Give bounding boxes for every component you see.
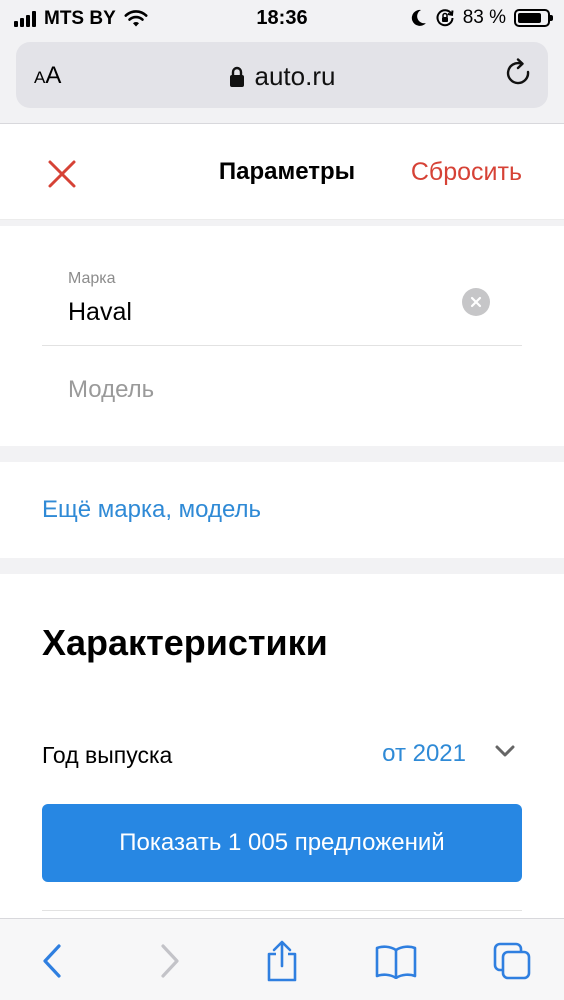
battery-percentage: 83 % [462,7,506,28]
battery-icon [514,9,553,27]
year-label: Год выпуска [42,742,173,768]
battery-level [518,13,542,23]
brand-label: Марка [68,270,116,287]
browser-address-area: AA auto.ru [0,38,564,124]
back-button[interactable] [30,939,74,983]
share-button[interactable] [260,939,304,983]
address-bar[interactable]: AA auto.ru [16,42,548,108]
tabs-icon [493,942,531,980]
brand-model-card: Марка Haval Модель [0,226,564,446]
status-right: 83 % [411,7,553,29]
year-value: от 2021 [382,740,466,767]
add-brand-model-link[interactable]: Ещё марка, модель [42,496,261,524]
do-not-disturb-icon [411,9,426,26]
brand-field[interactable]: Марка Haval [42,262,522,346]
url-display[interactable]: auto.ru [16,61,548,92]
browser-toolbar [0,918,564,1000]
share-icon [267,940,297,982]
characteristics-card: Характеристики Год выпуска от 2021 Показ… [0,574,564,918]
show-offers-button[interactable]: Показать 1 005 предложений [42,804,522,882]
reset-button[interactable]: Сбросить [411,158,522,187]
divider [42,910,522,911]
bookmarks-button[interactable] [374,939,418,983]
bookmarks-icon [375,945,417,979]
tabs-button[interactable] [490,939,534,983]
forward-button[interactable] [148,939,192,983]
rotation-lock-icon [436,9,454,27]
model-field[interactable]: Модель [42,346,522,416]
web-page: Параметры Сбросить Марка Haval Модель Ещ… [0,124,564,918]
year-select[interactable]: Год выпуска от 2021 [42,736,522,776]
model-placeholder: Модель [68,376,155,403]
filters-header: Параметры Сбросить [0,124,564,220]
clear-field-icon[interactable] [462,288,490,316]
chevron-down-icon [495,745,515,757]
brand-value: Haval [68,298,132,326]
more-brand-card: Ещё марка, модель [0,462,564,558]
reload-icon[interactable] [504,58,534,90]
forward-icon [161,944,179,978]
back-icon [43,944,61,978]
url-text: auto.ru [254,61,336,91]
status-bar: MTS BY 18:36 83 % [0,0,564,38]
section-title: Характеристики [42,622,328,663]
lock-icon [229,66,244,87]
